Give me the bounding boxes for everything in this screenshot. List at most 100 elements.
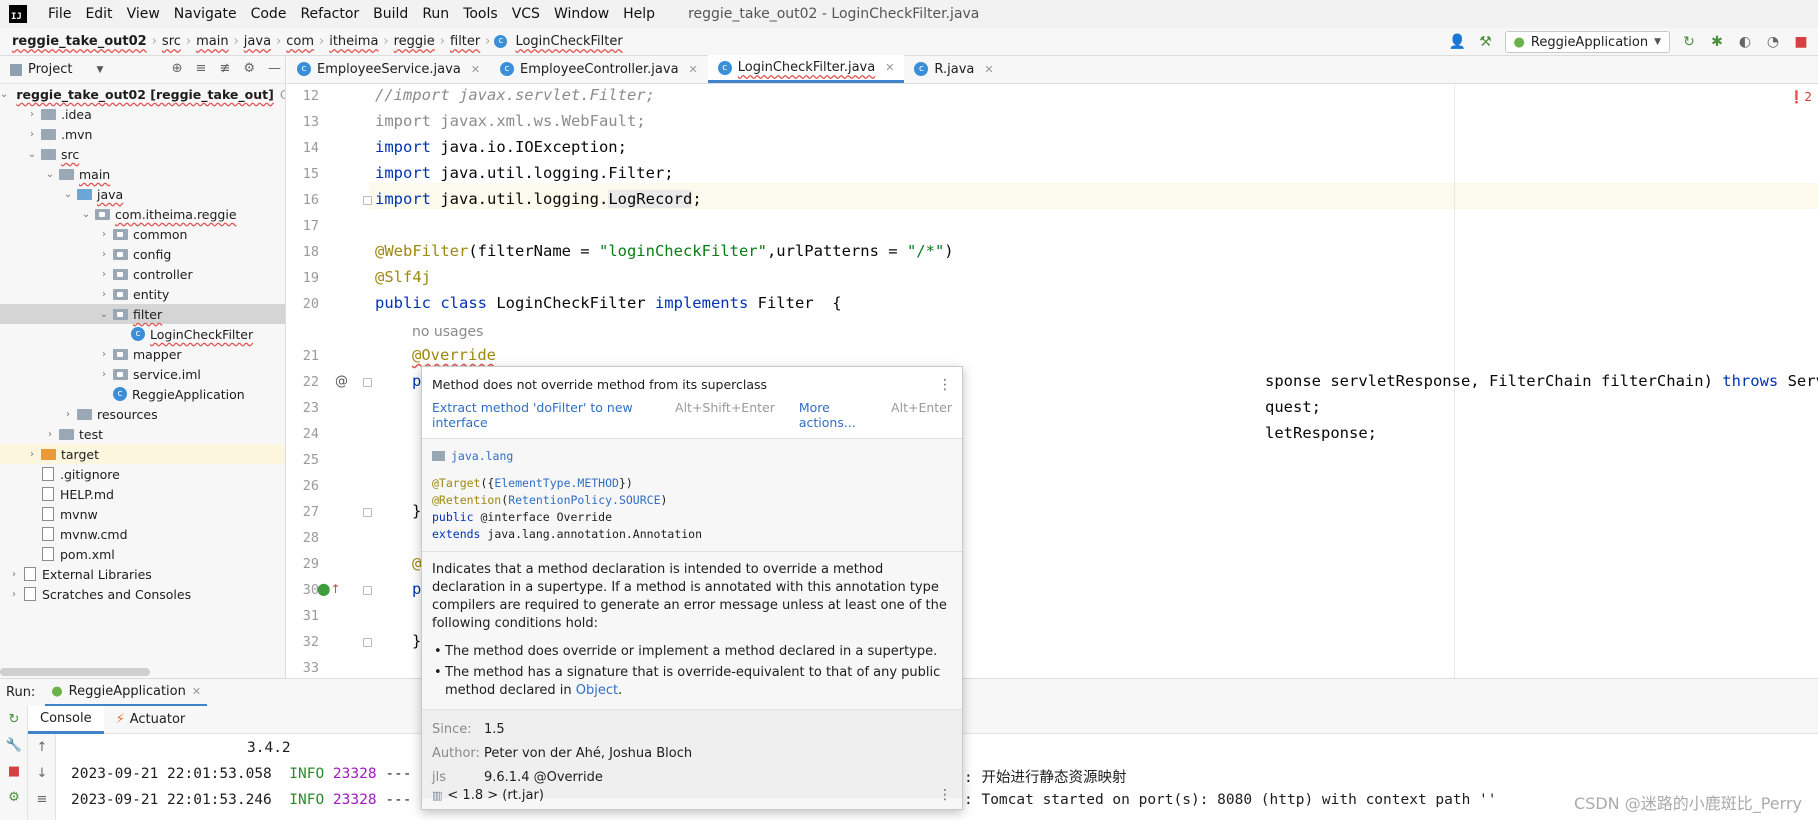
tab-console[interactable]: Console — [28, 705, 104, 734]
menu-navigate[interactable]: Navigate — [167, 6, 244, 22]
tab-actuator[interactable]: ⚡ Actuator — [104, 706, 198, 734]
hide-icon[interactable]: — — [268, 61, 281, 76]
build-hammer-icon[interactable]: ⚒ — [1477, 33, 1495, 51]
implements-marker-icon[interactable]: ⬤↑ — [317, 582, 341, 596]
layout-icon[interactable]: ⚙ — [0, 784, 28, 810]
def-link[interactable]: RetentionPolicy.SOURCE — [508, 493, 660, 507]
extract-method-link[interactable]: Extract method 'doFilter' to new interfa… — [432, 400, 665, 430]
close-icon[interactable]: ✕ — [192, 685, 201, 698]
run-tab-reggie-application[interactable]: ● ReggieApplication ✕ — [45, 679, 208, 707]
breadcrumb-com[interactable]: com — [281, 34, 319, 49]
tree-item[interactable]: mvnw.cmd — [0, 524, 285, 544]
soft-wrap-icon[interactable]: ≡ — [28, 786, 56, 812]
rerun-icon[interactable]: ↻ — [1680, 33, 1698, 51]
tree-item[interactable]: › .idea — [0, 104, 285, 124]
menu-refactor[interactable]: Refactor — [293, 6, 366, 22]
chevron-right-icon[interactable]: › — [98, 269, 110, 280]
chevron-right-icon[interactable]: › — [26, 129, 38, 140]
tree-item[interactable]: › controller — [0, 264, 285, 284]
menu-help[interactable]: Help — [616, 6, 662, 22]
gear-icon[interactable]: ⚙ — [243, 61, 255, 76]
chevron-down-icon[interactable]: ▼ — [96, 65, 103, 75]
menu-window[interactable]: Window — [547, 6, 616, 22]
chevron-right-icon[interactable]: › — [98, 289, 110, 300]
tree-item[interactable]: › common — [0, 224, 285, 244]
locate-icon[interactable]: ⊕ — [172, 61, 183, 76]
expand-all-icon[interactable]: ≡ — [196, 61, 207, 76]
close-icon[interactable]: ✕ — [885, 61, 894, 74]
chevron-right-icon[interactable]: › — [62, 409, 74, 420]
stop-icon[interactable]: ■ — [1792, 33, 1810, 51]
menu-tools[interactable]: Tools — [456, 6, 505, 22]
breadcrumb-main[interactable]: main — [191, 34, 233, 49]
close-icon[interactable]: ✕ — [471, 63, 480, 76]
tree-item[interactable]: HELP.md — [0, 484, 285, 504]
tree-item[interactable]: pom.xml — [0, 544, 285, 564]
tree-item[interactable]: › resources — [0, 404, 285, 424]
chevron-down-icon[interactable]: ⌄ — [80, 209, 92, 220]
def-link[interactable]: ElementType.METHOD — [494, 476, 619, 490]
breadcrumb-project[interactable]: reggie_take_out02 — [10, 34, 152, 49]
tree-item[interactable]: mvnw — [0, 504, 285, 524]
fold-icon[interactable] — [363, 378, 372, 387]
tree-item[interactable]: › service.iml — [0, 364, 285, 384]
tree-item[interactable]: › Scratches and Consoles — [0, 584, 285, 604]
tree-item[interactable]: ⌄ src — [0, 144, 285, 164]
tab-employee-controller[interactable]: c EmployeeController.java ✕ — [490, 55, 708, 83]
menu-build[interactable]: Build — [366, 6, 415, 22]
wrench-icon[interactable]: 🔧 — [0, 732, 28, 758]
fold-icon[interactable] — [363, 196, 372, 205]
more-actions-link[interactable]: More actions... — [799, 400, 881, 430]
tree-item[interactable]: ⌄ java — [0, 184, 285, 204]
horizontal-scrollbar[interactable] — [0, 668, 150, 676]
scroll-up-icon[interactable]: ↑ — [28, 734, 56, 760]
collapse-all-icon[interactable]: ≢ — [219, 61, 230, 76]
chevron-right-icon[interactable]: › — [26, 449, 38, 460]
menu-vcs[interactable]: VCS — [505, 6, 547, 22]
menu-code[interactable]: Code — [244, 6, 294, 22]
chevron-right-icon[interactable]: › — [8, 589, 20, 600]
breadcrumb-filter[interactable]: filter — [445, 34, 485, 49]
tree-item[interactable]: › mapper — [0, 344, 285, 364]
menu-file[interactable]: File — [41, 6, 78, 22]
tree-item[interactable]: › .mvn — [0, 124, 285, 144]
chevron-down-icon[interactable]: ⌄ — [44, 169, 56, 180]
chevron-down-icon[interactable]: ⌄ — [98, 309, 110, 320]
tree-item[interactable]: ⌄ com.itheima.reggie — [0, 204, 285, 224]
object-link[interactable]: Object — [576, 683, 618, 698]
close-icon[interactable]: ✕ — [984, 63, 993, 76]
breadcrumb-reggie[interactable]: reggie — [389, 34, 440, 49]
tree-item[interactable]: › config — [0, 244, 285, 264]
tree-item[interactable]: › target — [0, 444, 285, 464]
tree-item[interactable]: .gitignore — [0, 464, 285, 484]
tree-item[interactable]: c ReggieApplication — [0, 384, 285, 404]
chevron-down-icon[interactable]: ⌄ — [0, 89, 8, 100]
project-view-select[interactable]: Project — [28, 62, 72, 77]
stop-icon[interactable]: ■ — [0, 758, 28, 784]
breadcrumb-java[interactable]: java — [239, 34, 276, 49]
override-marker-icon[interactable]: @ — [335, 374, 348, 389]
menu-edit[interactable]: Edit — [78, 6, 119, 22]
fold-icon[interactable] — [363, 586, 372, 595]
debug-icon[interactable]: ✱ — [1708, 33, 1726, 51]
run-configuration-select[interactable]: ● ReggieApplication ▼ — [1504, 31, 1670, 53]
fold-icon[interactable] — [363, 508, 372, 517]
chevron-down-icon[interactable]: ⌄ — [62, 189, 74, 200]
chevron-right-icon[interactable]: › — [98, 369, 110, 380]
tree-item[interactable]: › External Libraries — [0, 564, 285, 584]
tab-employee-service[interactable]: c EmployeeService.java ✕ — [287, 55, 490, 83]
tab-r-java[interactable]: c R.java ✕ — [904, 55, 1003, 83]
tab-login-check-filter[interactable]: c LoginCheckFilter.java ✕ — [707, 55, 905, 83]
coverage-icon[interactable]: ◐ — [1736, 33, 1754, 51]
chevron-right-icon[interactable]: › — [44, 429, 56, 440]
profile-icon[interactable]: ◔ — [1764, 33, 1782, 51]
chevron-right-icon[interactable]: › — [98, 249, 110, 260]
tree-item[interactable]: c LoginCheckFilter — [0, 324, 285, 344]
tree-item[interactable]: › entity — [0, 284, 285, 304]
user-icon[interactable]: 👤 — [1449, 33, 1467, 51]
menu-view[interactable]: View — [120, 6, 167, 22]
breadcrumb-itheima[interactable]: itheima — [324, 34, 383, 49]
error-indicator[interactable]: ❗2 — [1789, 90, 1812, 104]
chevron-right-icon[interactable]: › — [26, 109, 38, 120]
breadcrumb-class[interactable]: LoginCheckFilter — [510, 34, 627, 49]
